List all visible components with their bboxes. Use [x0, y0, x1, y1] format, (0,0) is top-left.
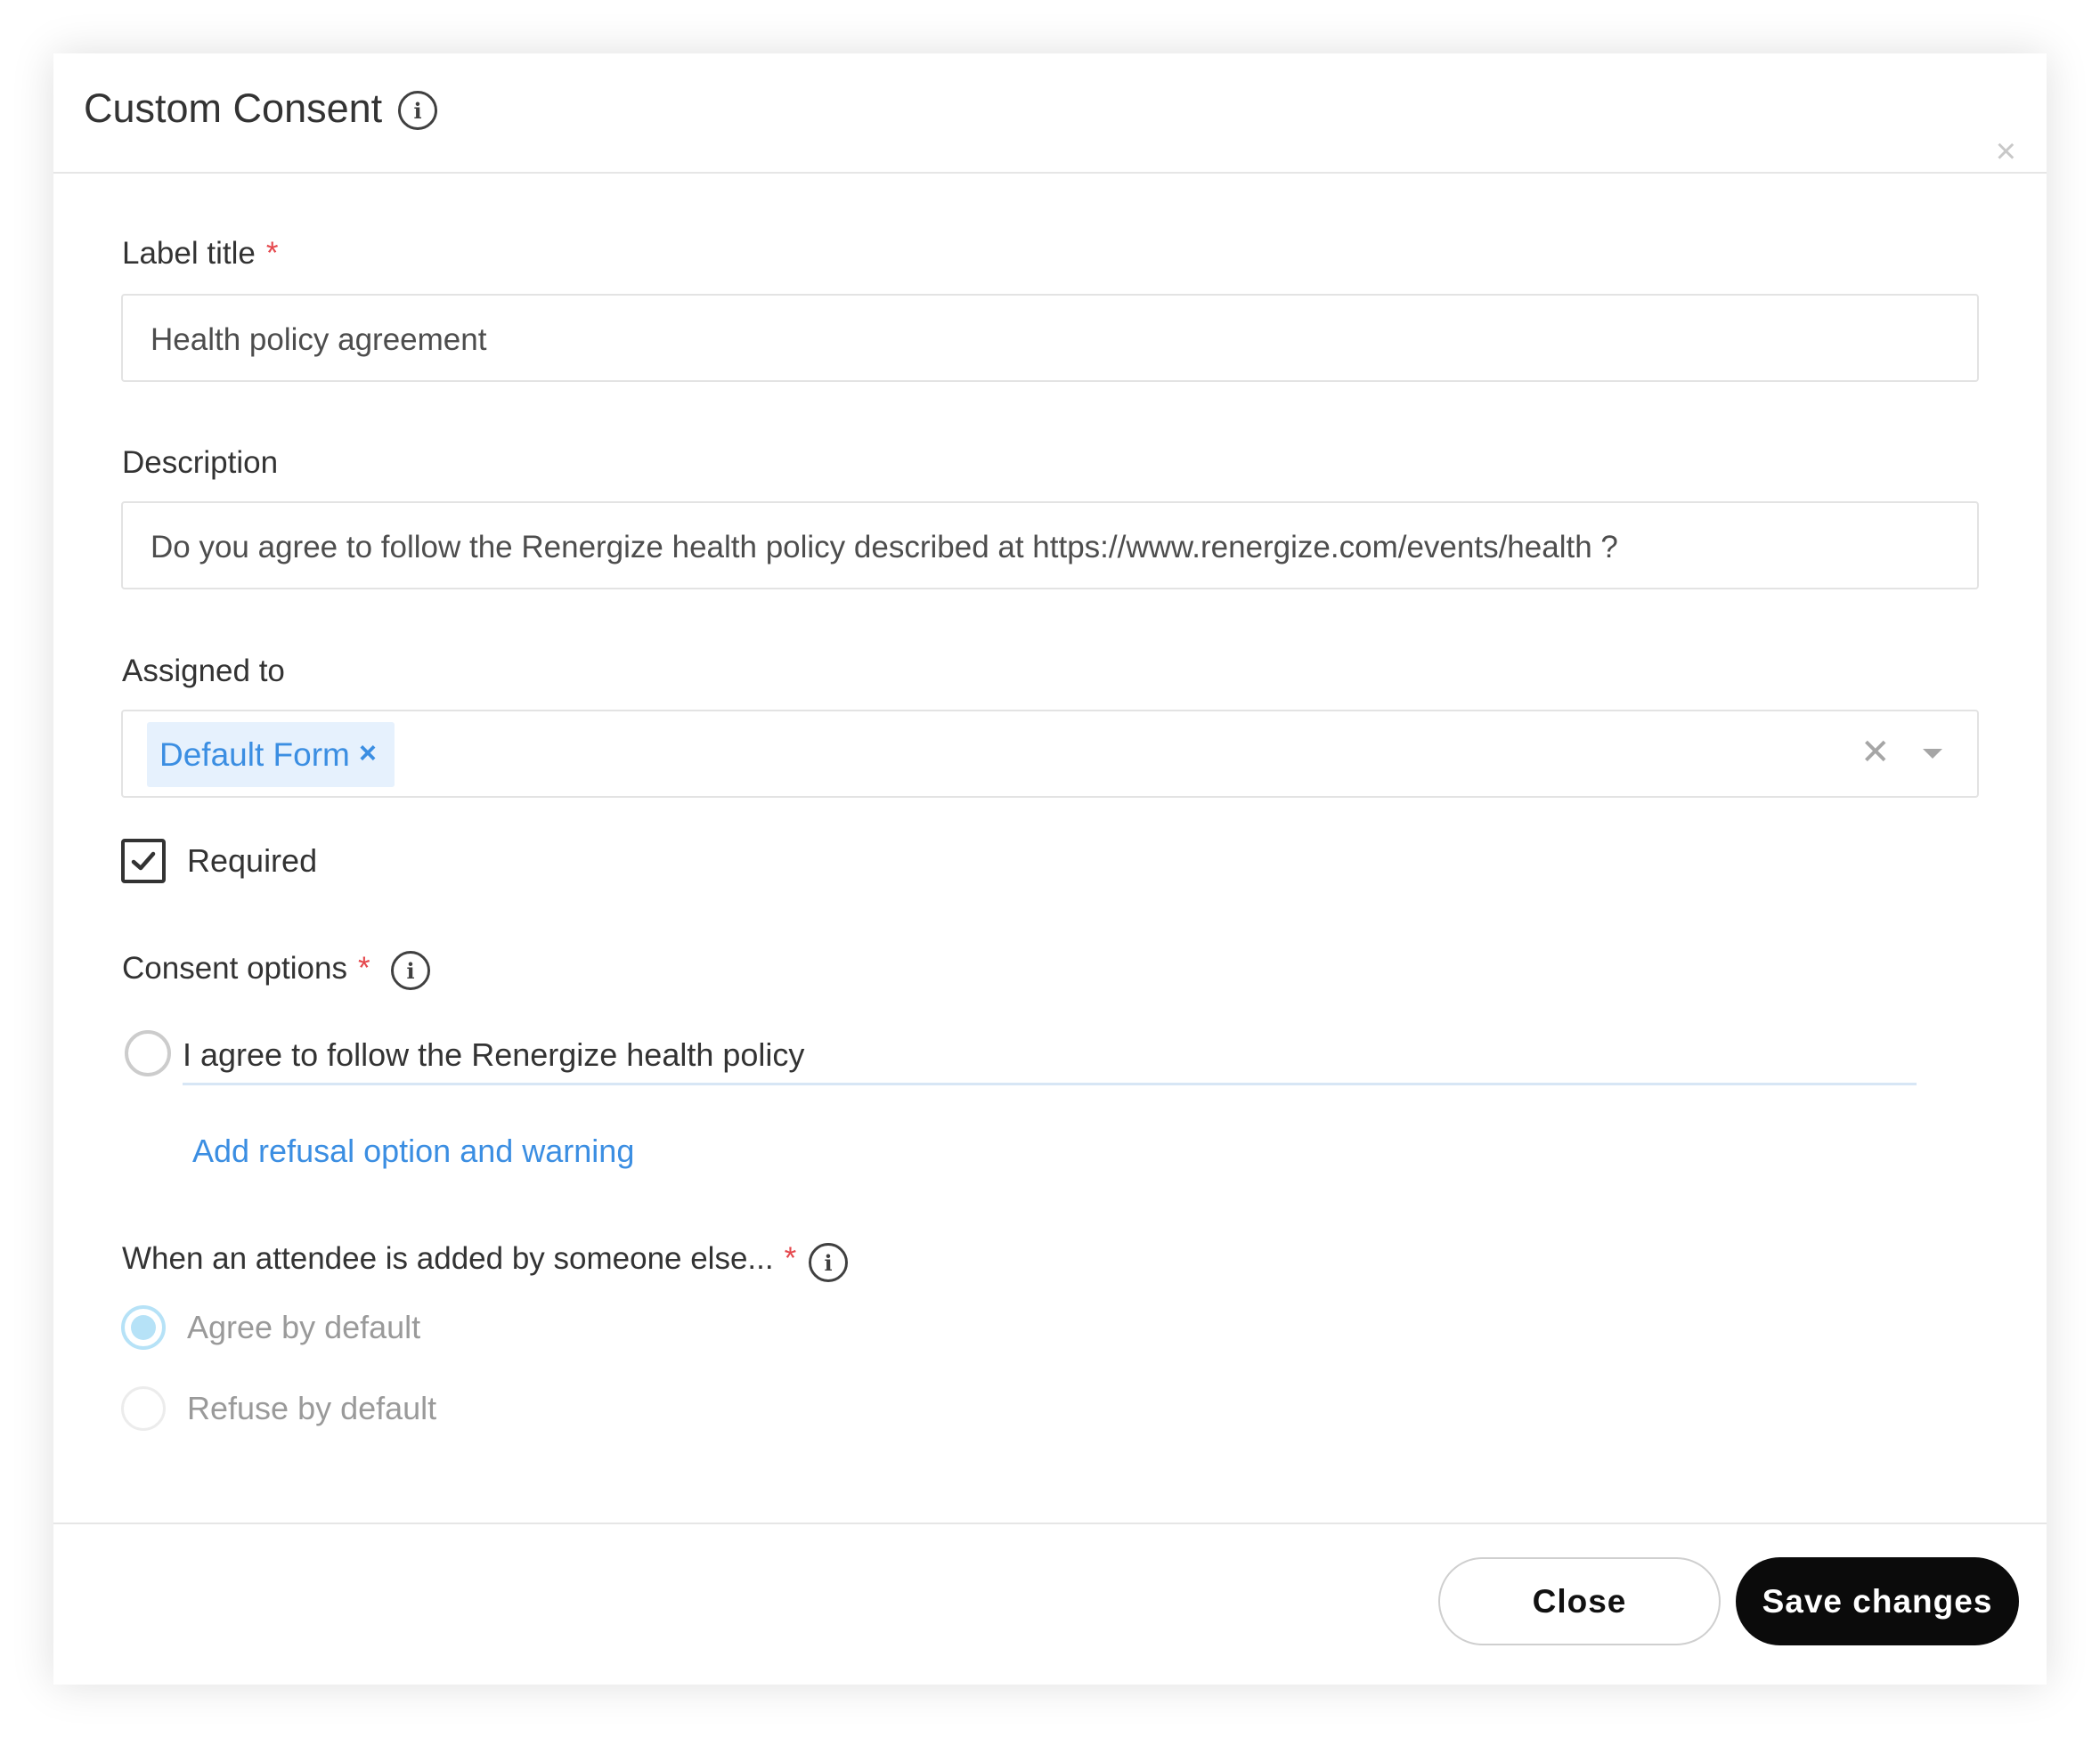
consent-options-info-icon[interactable]: i — [391, 951, 430, 990]
consent-option-text: I agree to follow the Renergize health p… — [183, 1036, 805, 1073]
description-input[interactable]: Do you agree to follow the Renergize hea… — [121, 501, 1979, 589]
chip-label: Default Form — [159, 736, 350, 773]
close-button[interactable]: Close — [1438, 1557, 1721, 1645]
added-by-other-label: When an attendee is added by someone els… — [122, 1241, 797, 1276]
consent-options-label: Consent options * — [122, 951, 370, 986]
assigned-to-select[interactable]: Default Form × ✕ — [121, 710, 1979, 798]
chip-remove-icon[interactable]: × — [359, 735, 377, 772]
label-title-label: Label title * — [122, 236, 279, 271]
required-asterisk: * — [784, 1241, 797, 1276]
modal-header: Custom Consent i × — [53, 53, 2047, 174]
modal-title: Custom Consent — [84, 85, 383, 131]
chevron-down-icon[interactable] — [1923, 749, 1942, 759]
clear-selection-icon[interactable]: ✕ — [1860, 735, 1891, 770]
agree-by-default-label[interactable]: Agree by default — [187, 1309, 420, 1346]
consent-option-radio — [125, 1030, 171, 1076]
refuse-by-default-label[interactable]: Refuse by default — [187, 1390, 436, 1427]
close-icon[interactable]: × — [1996, 134, 2016, 169]
checkmark-icon — [131, 851, 156, 871]
description-value: Do you agree to follow the Renergize hea… — [151, 530, 1618, 564]
label-title-input[interactable]: Health policy agreement — [121, 294, 1979, 382]
required-asterisk: * — [265, 236, 279, 271]
added-by-other-info-icon[interactable]: i — [809, 1243, 848, 1282]
custom-consent-modal: Custom Consent i × Label title * Health p… — [53, 53, 2047, 1685]
modal-footer: Close Save changes — [53, 1523, 2047, 1685]
label-title-value: Health policy agreement — [151, 322, 487, 357]
add-refusal-option-link[interactable]: Add refusal option and warning — [192, 1133, 634, 1170]
selected-chip-default-form: Default Form × — [147, 722, 395, 787]
required-checkbox-label[interactable]: Required — [187, 842, 317, 880]
assigned-to-label: Assigned to — [122, 654, 285, 688]
save-changes-button[interactable]: Save changes — [1736, 1557, 2019, 1645]
required-checkbox[interactable] — [121, 839, 166, 883]
description-label: Description — [122, 445, 279, 480]
title-info-icon[interactable]: i — [398, 91, 437, 130]
agree-by-default-radio[interactable] — [121, 1305, 166, 1350]
required-asterisk: * — [357, 951, 370, 986]
refuse-by-default-radio[interactable] — [121, 1386, 166, 1431]
consent-option-input[interactable]: I agree to follow the Renergize health p… — [183, 1030, 1917, 1085]
